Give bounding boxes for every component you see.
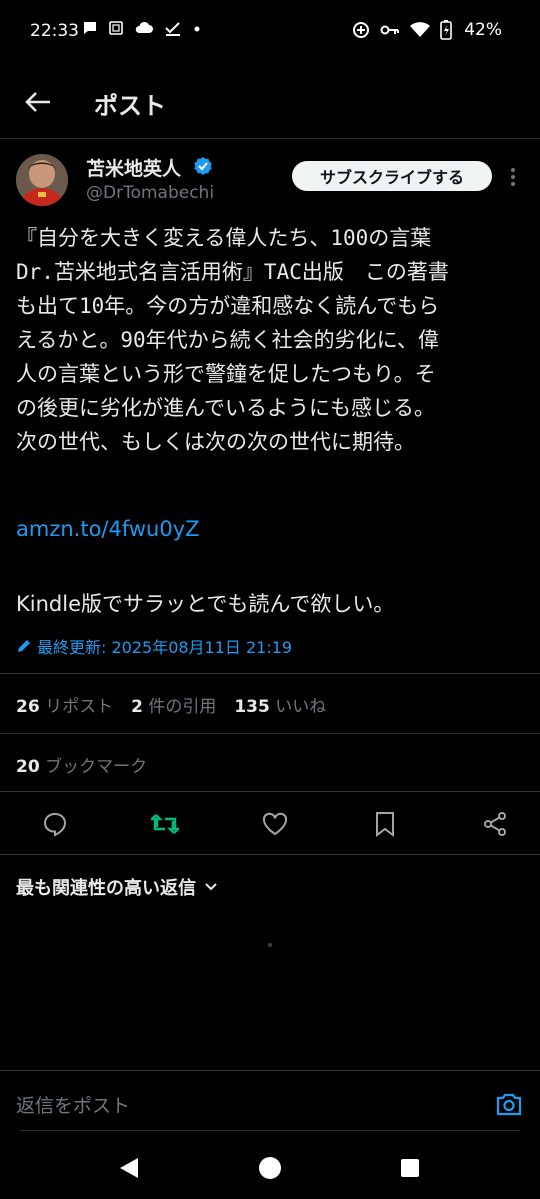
- bookmarks-count: 20: [16, 757, 40, 777]
- camera-icon[interactable]: [494, 1089, 524, 1119]
- divider: [0, 673, 540, 674]
- share-icon: [484, 812, 506, 836]
- tweet-text: 『自分を大きく変える偉人たち、100の言葉 Dr.苫米地式名言活用術』TAC出版…: [16, 226, 449, 454]
- status-notification-icons: [82, 20, 202, 36]
- reposts-stat[interactable]: 26 リポスト: [16, 692, 113, 717]
- vpn-key-icon: [380, 25, 400, 35]
- wifi-icon: [410, 22, 431, 37]
- author-name[interactable]: 苫米地英人: [86, 154, 181, 181]
- reply-input[interactable]: 返信をポスト: [16, 1091, 130, 1118]
- chat-bubble-icon: [84, 22, 96, 34]
- pencil-icon: [18, 640, 30, 652]
- divider: [0, 791, 540, 792]
- status-bar: 22:33 42%: [0, 0, 540, 64]
- top-app-bar: ポスト: [0, 64, 540, 139]
- reposts-label: リポスト: [45, 697, 114, 717]
- status-time: 22:33: [30, 21, 79, 41]
- divider: [0, 854, 540, 855]
- divider: [0, 1070, 540, 1071]
- heart-icon: [262, 812, 288, 836]
- more-options-icon[interactable]: [505, 166, 521, 188]
- repost-icon: [151, 814, 179, 834]
- data-saver-icon: [353, 22, 370, 38]
- verified-badge-icon[interactable]: [193, 156, 213, 176]
- chevron-down-icon: [205, 883, 217, 891]
- quotes-count: 2: [131, 697, 143, 717]
- nav-back-icon[interactable]: [118, 1156, 140, 1180]
- bookmarks-label: ブックマーク: [45, 757, 148, 777]
- reply-icon: [43, 812, 67, 837]
- subscribe-button[interactable]: サブスクライブする: [292, 161, 492, 191]
- loading-indicator: [268, 943, 272, 947]
- dot-icon: [194, 26, 200, 32]
- screenshot-icon: [109, 21, 123, 35]
- cloud-icon: [135, 21, 153, 33]
- bookmark-icon: [376, 812, 394, 837]
- divider: [20, 1130, 520, 1131]
- avatar[interactable]: [16, 154, 68, 206]
- back-arrow-icon[interactable]: [24, 90, 52, 114]
- reply-sort-dropdown[interactable]: 最も関連性の高い返信: [16, 874, 218, 900]
- bookmark-button[interactable]: [370, 809, 400, 839]
- nav-home-icon[interactable]: [258, 1156, 282, 1180]
- likes-stat[interactable]: 135 いいね: [234, 692, 326, 717]
- repost-button[interactable]: [150, 809, 180, 839]
- tweet-text-2: Kindle版でサラッとでも読んで欲しい。: [16, 592, 395, 616]
- reply-sort-label: 最も関連性の高い返信: [16, 878, 196, 899]
- reposts-count: 26: [16, 697, 40, 717]
- likes-label: いいね: [275, 697, 327, 717]
- edited-timestamp: 最終更新: 2025年08月11日 21:19: [37, 638, 293, 657]
- quotes-label: 件の引用: [148, 697, 217, 717]
- quotes-stat[interactable]: 2 件の引用: [131, 692, 216, 717]
- likes-count: 135: [234, 697, 270, 717]
- like-button[interactable]: [260, 809, 290, 839]
- action-bar: [0, 800, 540, 848]
- divider: [0, 733, 540, 734]
- tweet-link[interactable]: amzn.to/4fwu0yZ: [16, 517, 200, 541]
- status-system-icons: 42%: [352, 20, 502, 40]
- reply-button[interactable]: [40, 809, 70, 839]
- page-title: ポスト: [94, 92, 166, 120]
- edit-history-link[interactable]: 最終更新: 2025年08月11日 21:19: [16, 634, 292, 658]
- nav-recents-icon[interactable]: [400, 1158, 420, 1178]
- system-navigation-bar: [0, 1136, 540, 1199]
- bookmarks-stat[interactable]: 20 ブックマーク: [16, 752, 147, 777]
- battery-percent: 42%: [464, 20, 502, 40]
- battery-charging-icon: [440, 20, 453, 40]
- author-handle[interactable]: @DrTomabechi: [86, 183, 214, 203]
- share-button[interactable]: [480, 809, 510, 839]
- engagement-stats: 26 リポスト 2 件の引用 135 いいね: [16, 692, 326, 717]
- check-icon: [165, 22, 180, 36]
- avatar-image: [16, 154, 68, 206]
